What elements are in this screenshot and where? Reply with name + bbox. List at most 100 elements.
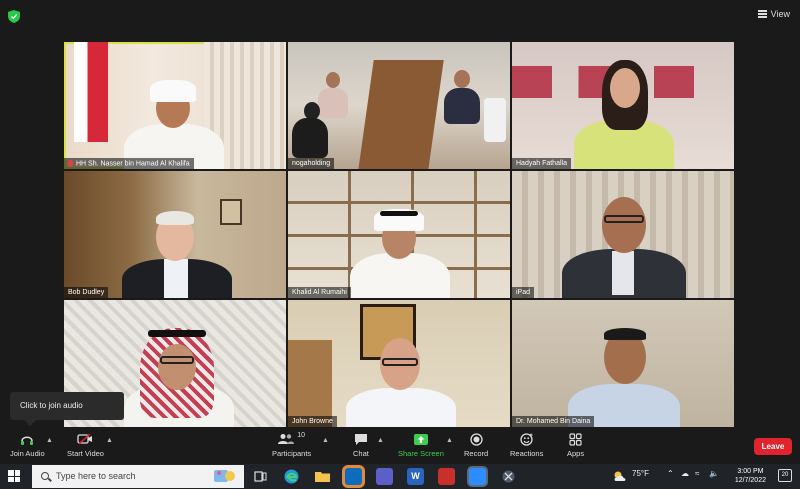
participant-figure [326, 72, 340, 88]
join-audio-tooltip: Click to join audio [10, 392, 124, 426]
gallery-view: HH Sh. Nasser bin Hamad Al Khalifa nogah… [64, 42, 734, 427]
hair [156, 211, 194, 225]
headphones-icon [21, 436, 34, 445]
audio-options-caret-icon[interactable]: ▲ [46, 437, 53, 444]
participants-button[interactable]: 10 Participants [272, 432, 311, 458]
video-camera-off-icon [77, 433, 93, 445]
cabinet [288, 340, 332, 427]
participant-tile[interactable]: Khalid Al Rumaihi [288, 171, 510, 298]
search-icon [41, 472, 49, 480]
participant-name: Hadyah Fathalla [512, 158, 571, 169]
edge-browser-icon[interactable] [283, 468, 300, 485]
chat-button[interactable]: Chat [353, 432, 369, 458]
windows-start-icon[interactable] [8, 470, 20, 482]
participant-tile[interactable]: iPad [512, 171, 734, 298]
word-icon[interactable]: W [407, 468, 424, 485]
snip-tool-icon[interactable] [500, 468, 517, 485]
participant-figure [346, 388, 456, 427]
participant-figure [602, 197, 646, 253]
shirt [164, 259, 188, 298]
reactions-label: Reactions [510, 449, 544, 458]
notification-center-icon[interactable]: 20 [778, 469, 792, 482]
picture-frame [220, 199, 242, 225]
clock-date: 12/7/2022 [734, 477, 766, 484]
search-highlight-icon [214, 470, 235, 482]
conference-table [358, 60, 444, 169]
participant-tile[interactable]: Dr. Mohamed Bin Daina [512, 300, 734, 427]
join-audio-label: Join Audio [10, 449, 45, 458]
share-screen-button[interactable]: Share Screen [398, 432, 444, 458]
outlook-icon[interactable] [345, 468, 362, 485]
participant-tile[interactable]: HH Sh. Nasser bin Hamad Al Khalifa [64, 42, 286, 169]
glasses [160, 356, 194, 364]
participant-figure [318, 88, 348, 118]
view-label: View [770, 9, 790, 19]
reactions-emoji-icon [520, 432, 533, 446]
record-button[interactable]: Record [464, 432, 488, 458]
start-video-button[interactable]: Start Video [67, 432, 104, 458]
participants-count: 10 [297, 432, 305, 439]
participant-name: HH Sh. Nasser bin Hamad Al Khalifa [64, 157, 194, 169]
share-screen-label: Share Screen [398, 449, 444, 458]
taskbar-search-box[interactable]: Type here to search [32, 465, 244, 488]
participant-figure [292, 118, 328, 158]
bahrain-flag [74, 42, 108, 142]
wifi-icon[interactable]: ≈ [695, 469, 699, 478]
share-screen-icon [413, 433, 428, 445]
security-shield-icon[interactable] [8, 10, 20, 23]
meeting-top-bar: View [0, 0, 800, 32]
clock-time: 3:00 PM [737, 468, 764, 475]
leave-button[interactable]: Leave [754, 438, 792, 455]
taskbar-clock[interactable]: 3:00 PM 12/7/2022 [735, 467, 766, 485]
reactions-button[interactable]: Reactions [510, 432, 543, 458]
chat-options-caret-icon[interactable]: ▲ [377, 437, 384, 444]
apps-label: Apps [567, 449, 585, 458]
volume-icon[interactable]: 🔈 [709, 469, 719, 478]
agal [380, 211, 418, 216]
share-options-caret-icon[interactable]: ▲ [446, 437, 453, 444]
participants-label: Participants [272, 449, 312, 458]
record-icon [469, 432, 483, 446]
zoom-app-icon[interactable] [469, 468, 486, 485]
task-view-icon[interactable] [252, 468, 269, 485]
apps-icon [569, 432, 582, 446]
weather-icon[interactable] [612, 470, 628, 482]
participant-name: iPad [512, 287, 535, 298]
show-hidden-icons-caret-icon[interactable]: ⌃ [667, 469, 674, 478]
chat-label: Chat [353, 449, 369, 458]
view-grid-icon [757, 10, 767, 18]
record-label: Record [464, 449, 489, 458]
onedrive-icon[interactable]: ☁ [681, 469, 689, 478]
video-options-caret-icon[interactable]: ▲ [106, 437, 113, 444]
view-button[interactable]: View [757, 9, 790, 19]
start-video-label: Start Video [67, 449, 104, 458]
chair [484, 98, 506, 142]
temperature[interactable]: 75°F [632, 469, 649, 478]
participant-figure [350, 253, 450, 298]
participants-options-caret-icon[interactable]: ▲ [322, 437, 329, 444]
file-explorer-icon[interactable] [314, 468, 331, 485]
microphone-muted-icon [68, 159, 73, 167]
apps-button[interactable]: Apps [567, 432, 584, 458]
participant-figure [454, 70, 470, 88]
glasses [604, 215, 644, 223]
headdress [150, 80, 196, 102]
participant-figure [158, 344, 196, 390]
zoom-meeting-window: View HH Sh. Nasser bin Hamad Al Khalifa … [0, 0, 800, 489]
glasses [382, 358, 418, 366]
participant-tile[interactable]: nogaholding [288, 42, 510, 169]
participant-name: John Browne [288, 416, 337, 427]
participant-figure [444, 88, 480, 124]
powerpoint-icon[interactable] [438, 468, 455, 485]
agal [148, 330, 206, 337]
participant-tile[interactable]: John Browne [288, 300, 510, 427]
participant-tile[interactable]: Hadyah Fathalla [512, 42, 734, 169]
join-audio-button[interactable]: Join Audio [10, 432, 45, 458]
search-placeholder: Type here to search [56, 471, 136, 481]
participant-figure [610, 68, 640, 108]
teams-icon[interactable] [376, 468, 393, 485]
participant-name: Bob Dudley [64, 287, 109, 298]
participant-tile[interactable]: Bob Dudley [64, 171, 286, 298]
hair [604, 328, 646, 340]
participants-icon [278, 434, 295, 444]
